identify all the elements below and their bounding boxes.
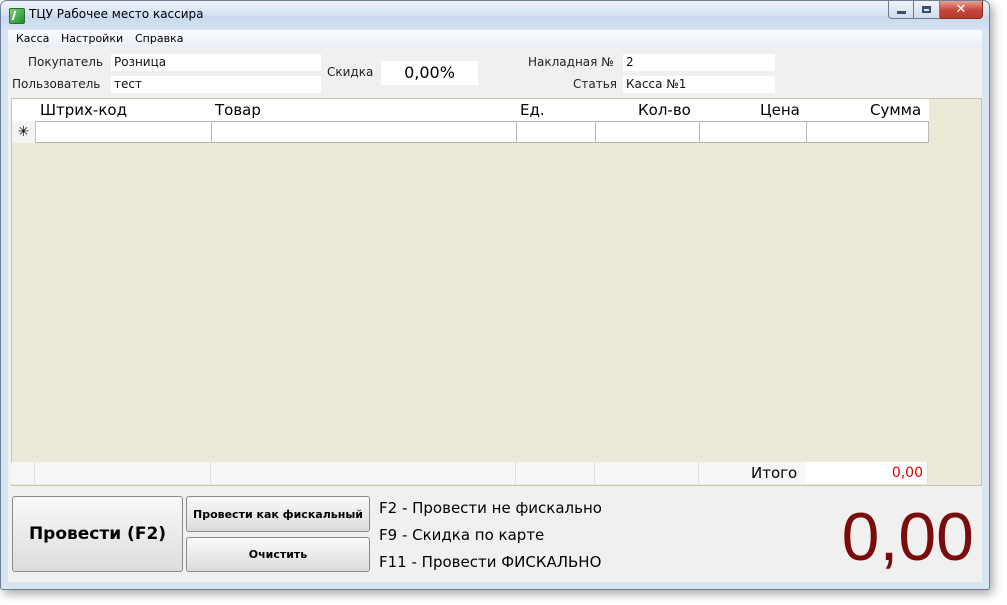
menu-item-help[interactable]: Справка [135,32,183,45]
app-icon [9,8,25,24]
hint-f2: F2 - Провести не фискально [379,499,602,517]
article-label: Статья [573,77,618,91]
article-field[interactable]: Касса №1 [623,76,775,93]
menu-item-settings[interactable]: Настройки [61,32,123,45]
total-row-marker [11,462,35,484]
minimize-icon [896,11,906,14]
cell-sum[interactable] [807,121,929,143]
post-button[interactable]: Провести (F2) [12,496,183,572]
title-bar[interactable]: ТЦУ Рабочее место кассира ✕ [1,1,989,30]
window-controls: ✕ [888,1,983,21]
minimize-button[interactable] [888,1,914,19]
cell-product[interactable] [212,121,517,143]
column-header-sum[interactable]: Сумма [870,101,921,119]
user-field[interactable]: тест [111,76,321,93]
items-grid[interactable]: Штрих-код Товар Ед. Кол-во Цена Сумма ✳ [11,98,982,486]
main-panel: Покупатель Розница Пользователь тест Ски… [8,47,982,582]
total-value: 0,00 [891,465,923,481]
new-row-marker-icon: ✳ [12,121,36,143]
grid-total-row: Итого 0,00 [11,462,928,484]
window-title: ТЦУ Рабочее место кассира [29,7,204,21]
menu-item-kassa[interactable]: Касса [16,32,49,45]
hint-f11: F11 - Провести ФИСКАЛЬНО [379,553,602,571]
close-icon: ✕ [955,2,967,17]
cell-quantity[interactable] [596,121,700,143]
maximize-icon [922,6,931,13]
total-cell-unit [516,462,595,484]
column-header-product[interactable]: Товар [215,101,261,119]
total-value-cell: 0,00 [806,462,928,484]
cashier-window: ТЦУ Рабочее место кассира ✕ Касса Настро… [0,0,990,590]
column-header-quantity[interactable]: Кол-во [638,101,691,119]
grid-new-row[interactable]: ✳ [12,121,929,143]
column-header-unit[interactable]: Ед. [520,101,545,119]
total-cell-quantity [595,462,699,484]
cell-unit[interactable] [517,121,596,143]
cell-barcode[interactable] [36,121,212,143]
total-cell-barcode [35,462,211,484]
maximize-button[interactable] [914,1,940,19]
discount-label: Скидка [327,65,374,79]
discount-field[interactable]: 0,00% [381,61,478,85]
post-fiscal-button[interactable]: Провести как фискальный [186,496,370,532]
menu-bar: Касса Настройки Справка [8,30,982,48]
big-total-display: 0,00 [841,499,974,575]
column-header-price[interactable]: Цена [760,101,800,119]
clear-button[interactable]: Очистить [186,537,370,572]
total-cell-product [211,462,516,484]
total-label: Итого [751,464,798,482]
close-button[interactable]: ✕ [940,1,983,19]
buyer-field[interactable]: Розница [111,54,321,71]
buyer-label: Покупатель [28,55,104,69]
column-header-barcode[interactable]: Штрих-код [40,101,127,119]
invoice-label: Накладная № [528,55,614,69]
invoice-field[interactable]: 2 [623,54,775,71]
user-label: Пользователь [12,77,101,91]
grid-header: Штрих-код Товар Ед. Кол-во Цена Сумма [12,99,929,121]
cell-price[interactable] [700,121,807,143]
hint-f9: F9 - Скидка по карте [379,526,545,544]
